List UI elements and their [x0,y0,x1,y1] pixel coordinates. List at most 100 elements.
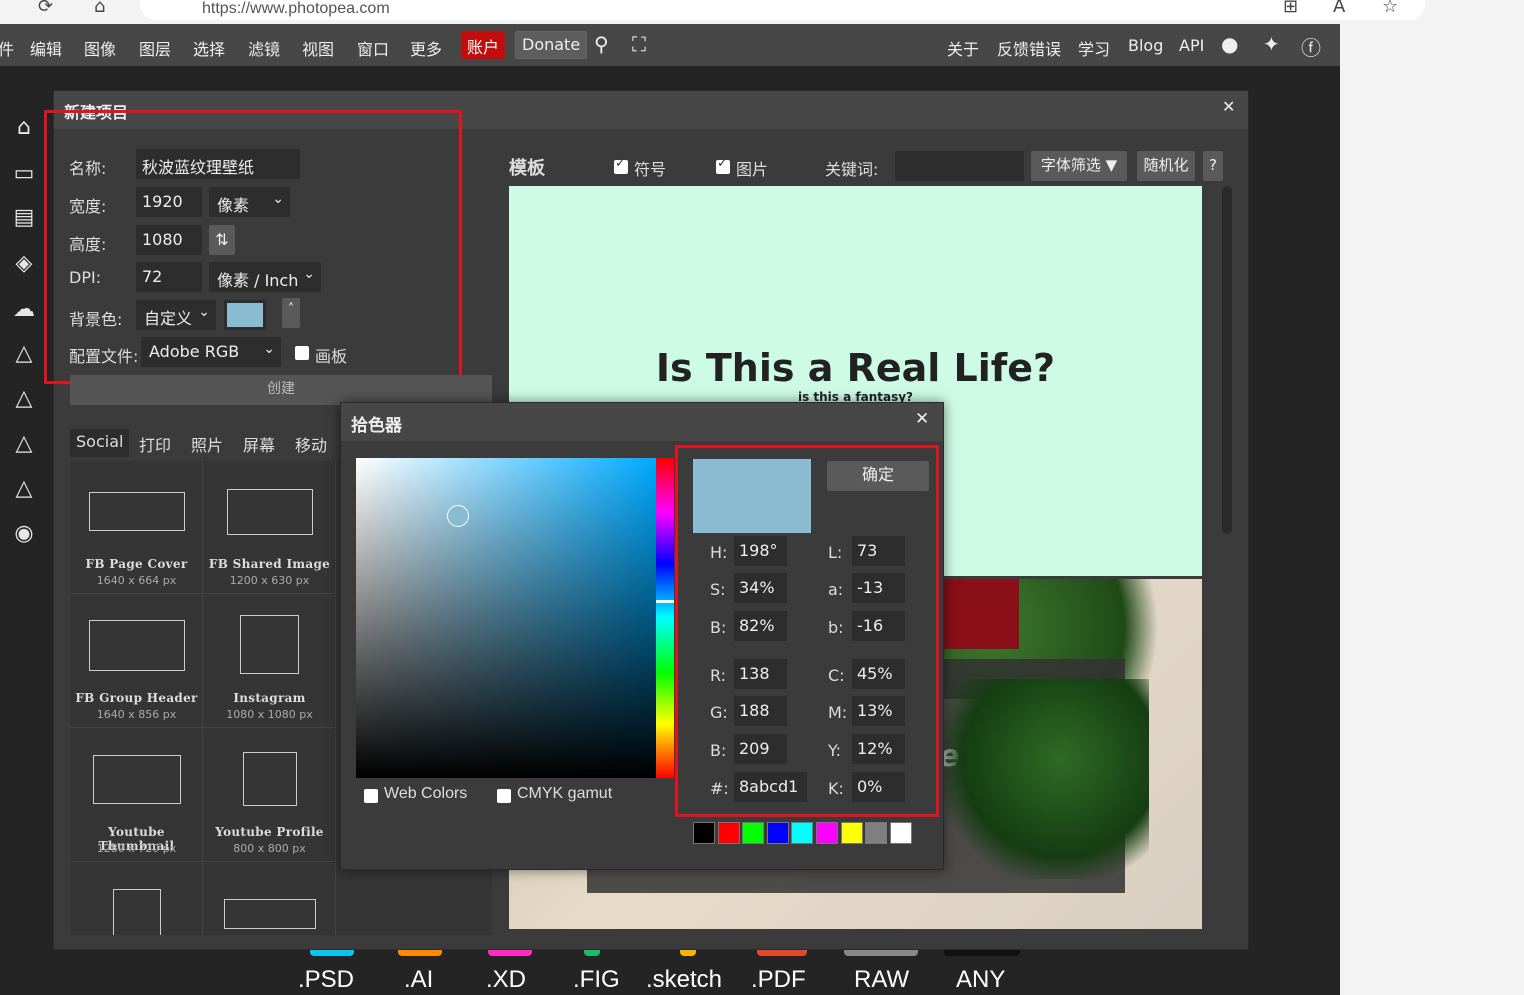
preset-frame [227,489,313,535]
home-icon[interactable]: ⌂ [94,0,105,17]
preset-item[interactable]: Youtube Profile 800 x 800 px [203,729,336,862]
cmyk-gamut-checkbox[interactable] [497,789,511,803]
palette-swatch-blue[interactable] [767,822,789,844]
tab-print[interactable]: 打印 [133,429,177,457]
search-icon[interactable]: ⚲ [594,32,609,56]
web-colors-checkbox[interactable] [364,789,378,803]
account-button[interactable]: 账户 [461,31,506,59]
templates-label: 模板 [509,158,545,179]
dropbox-icon[interactable]: ◈ [8,248,40,280]
home-icon[interactable]: ⌂ [8,112,40,144]
preset-item[interactable]: FB Page Cover 1640 x 664 px [70,461,203,594]
twitter-icon[interactable]: ✦ [1263,32,1280,56]
palette-swatch-yellow[interactable] [841,822,863,844]
format-psd[interactable]: .PSD [298,966,354,994]
format-any[interactable]: ANY [956,966,1005,994]
preset-name: FB Page Cover [85,557,188,571]
palette-swatch-magenta[interactable] [816,822,838,844]
menu-edit[interactable]: 编辑 [30,36,62,60]
format-raw[interactable]: RAW [854,966,909,994]
menu-select[interactable]: 选择 [193,36,225,60]
preset-frame [224,899,316,929]
menu-api[interactable]: API [1179,36,1204,55]
close-icon[interactable]: ✕ [915,409,929,429]
preset-item[interactable] [203,863,336,935]
font-filter-button[interactable]: 字体筛选 ▼ [1031,151,1127,181]
menu-image[interactable]: 图像 [84,36,116,60]
menu-more[interactable]: 更多 [410,36,442,60]
facebook-icon[interactable]: ⓕ [1301,32,1321,61]
palette-swatch-white[interactable] [890,822,912,844]
preset-item[interactable]: Instagram 1080 x 1080 px [203,595,336,728]
menu-filter[interactable]: 滤镜 [248,36,280,60]
format-sketch[interactable]: .sketch [646,966,722,994]
palette-swatch-black[interactable] [693,822,715,844]
menu-layer[interactable]: 图层 [139,36,171,60]
preset-item[interactable]: Youtube Thumbnail 1280 x 720 px [70,729,203,862]
preset-item[interactable] [70,863,203,935]
menu-file[interactable]: 件 [0,36,14,60]
gamepad-icon[interactable]: ◉ [8,518,40,550]
menu-about[interactable]: 关于 [947,36,979,60]
drive-icon[interactable]: △ [8,473,40,505]
tab-screen[interactable]: 屏幕 [237,429,281,457]
menu-report-bug[interactable]: 反馈错误 [997,36,1061,60]
drive-icon[interactable]: △ [8,383,40,415]
palette-swatch-red[interactable] [718,822,740,844]
palette-swatch-cyan[interactable] [791,822,813,844]
favorite-star-icon[interactable]: ☆ [1382,0,1398,17]
tab-mobile[interactable]: 移动 [289,429,333,457]
menu-window[interactable]: 窗口 [357,36,389,60]
preset-name: FB Group Header [75,691,198,705]
tab-grid-icon[interactable]: ⊞ [1283,0,1298,17]
tab-photo[interactable]: 照片 [185,429,229,457]
drive-icon[interactable]: △ [8,338,40,370]
cloud-icon[interactable]: ☁ [8,294,40,326]
preset-size: 1200 x 630 px [229,574,310,587]
menu-learn[interactable]: 学习 [1078,36,1110,60]
tab-social[interactable]: Social [70,429,130,457]
preset-name: FB Shared Image [208,557,331,571]
preset-size: 1280 x 720 px [96,842,177,855]
preset-frame [240,615,299,674]
preset-item[interactable]: FB Group Header 1640 x 856 px [70,595,203,728]
reddit-icon[interactable]: ● [1221,32,1238,56]
menu-blog[interactable]: Blog [1128,36,1163,55]
fullscreen-icon[interactable]: ⛶ [632,32,646,56]
keyword-label: 关键词: [825,160,879,179]
color-knob[interactable] [447,505,469,527]
format-ai[interactable]: .AI [404,966,433,994]
address-bar[interactable]: https://www.photopea.com [140,0,1425,20]
format-xd[interactable]: .XD [486,966,526,994]
keyword-input[interactable] [895,151,1024,181]
preset-item[interactable]: FB Shared Image 1200 x 630 px [203,461,336,594]
preset-frame [89,492,185,531]
format-fig[interactable]: .FIG [573,966,620,994]
hue-handle[interactable] [656,600,674,603]
close-icon[interactable]: ✕ [1222,97,1235,116]
symbol-checkbox[interactable] [614,156,628,174]
menu-view[interactable]: 视图 [302,36,334,60]
templates-scrollbar[interactable] [1222,186,1232,534]
saturation-value-field[interactable] [356,458,656,778]
palette-swatch-gray[interactable] [865,822,887,844]
hue-slider[interactable] [656,458,674,778]
preset-frame [89,620,185,671]
randomize-button[interactable]: 随机化 [1137,151,1195,181]
monitor-icon[interactable]: ▭ [8,158,40,190]
palette-swatch-green[interactable] [742,822,764,844]
highlight-box [675,445,939,817]
donate-button[interactable]: Donate [515,31,588,59]
url-text: https://www.photopea.com [202,0,390,17]
reload-icon[interactable]: ⟳ [38,0,53,17]
format-pdf[interactable]: .PDF [751,966,806,994]
color-picker-dialog: 拾色器 ✕ Web Colors CMYK gamut 确定 H: 198° S… [340,402,944,870]
read-aloud-icon[interactable]: A [1333,0,1345,17]
picker-titlebar[interactable]: 拾色器 ✕ [341,403,943,441]
create-button[interactable]: 创建 [70,375,492,405]
storage-icon[interactable]: ▤ [8,202,40,234]
drive-icon[interactable]: △ [8,428,40,460]
preset-frame [93,755,181,804]
help-button[interactable]: ? [1203,151,1223,181]
image-checkbox[interactable] [716,156,730,174]
